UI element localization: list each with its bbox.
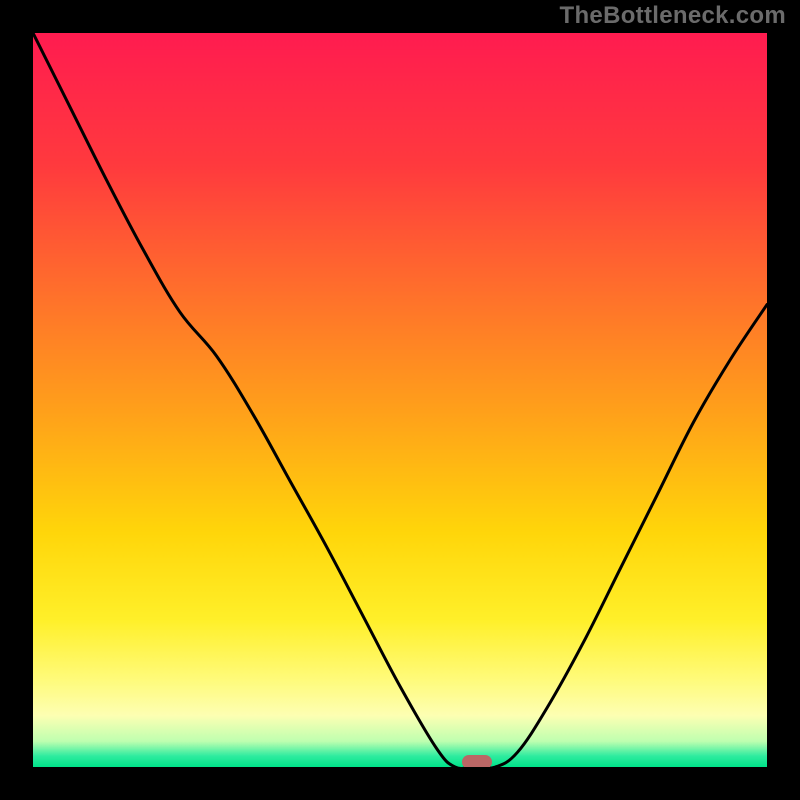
optimal-marker [462,755,492,767]
plot-area [33,33,767,767]
chart-frame: TheBottleneck.com [0,0,800,800]
bottleneck-curve [33,33,767,767]
watermark-text: TheBottleneck.com [560,2,786,30]
curve-layer [33,33,767,767]
